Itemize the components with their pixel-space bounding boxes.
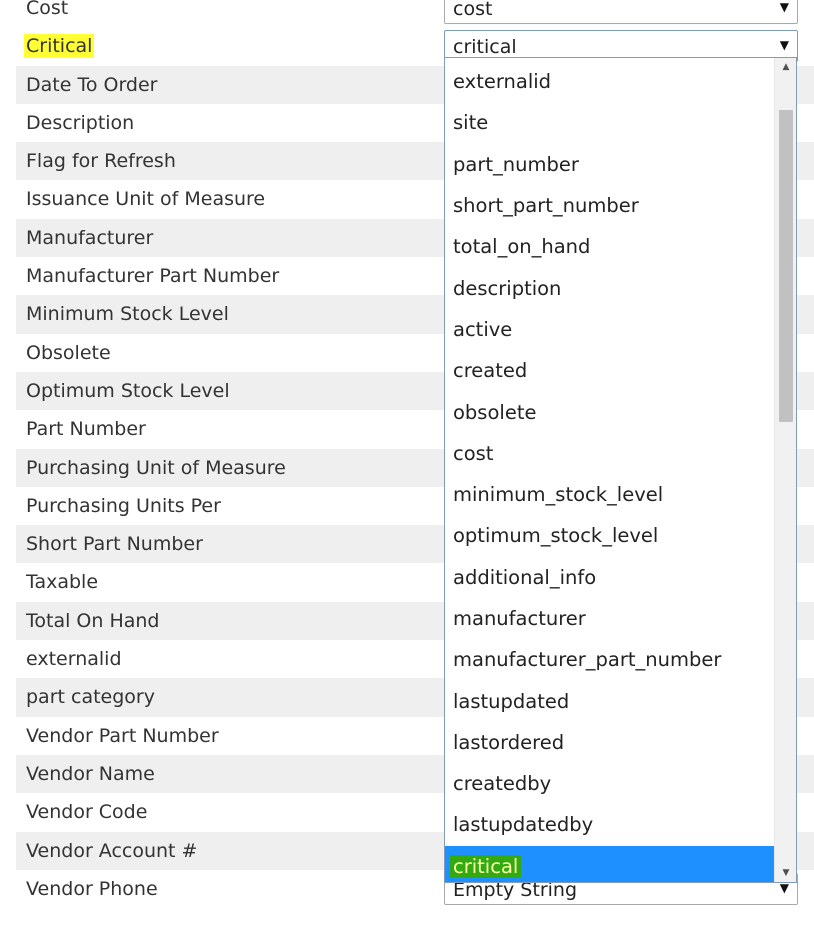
field-label: Issuance Unit of Measure — [26, 188, 266, 211]
chevron-down-icon: ▼ — [779, 38, 789, 53]
field-label: externalid — [26, 648, 122, 671]
dropdown-option[interactable]: part_number — [445, 144, 774, 185]
field-label: Optimum Stock Level — [26, 379, 230, 402]
dropdown-option[interactable]: createdby — [445, 763, 774, 804]
field-label: part category — [26, 686, 155, 709]
dropdown-option[interactable]: active — [445, 309, 774, 350]
mapping-select[interactable]: cost ▼ — [444, 0, 798, 24]
field-label: Vendor Part Number — [26, 724, 219, 747]
field-label: Purchasing Units Per — [26, 494, 221, 517]
dropdown-option[interactable]: created — [445, 350, 774, 391]
field-label: Short Part Number — [26, 533, 203, 556]
dropdown-option[interactable]: manufacturer — [445, 598, 774, 639]
field-label: Taxable — [26, 571, 99, 594]
mapping-select-value: critical — [453, 36, 517, 59]
dropdown-option[interactable]: additional_info — [445, 557, 774, 598]
scroll-down-icon[interactable]: ▼ — [775, 864, 796, 882]
dropdown-option[interactable]: short_part_number — [445, 185, 774, 226]
scroll-up-icon[interactable]: ▲ — [775, 58, 796, 76]
field-label: Flag for Refresh — [26, 150, 176, 173]
dropdown-option[interactable]: manufacturer_part_number — [445, 639, 774, 680]
field-label: Critical — [24, 34, 95, 59]
field-label: Vendor Name — [26, 762, 155, 785]
field-label: Vendor Code — [26, 801, 148, 824]
dropdown-option-active[interactable]: critical — [445, 845, 774, 882]
mapping-dropdown-list[interactable]: externalid site part_number short_part_n… — [444, 57, 797, 883]
dropdown-option[interactable]: externalid — [445, 61, 774, 102]
field-label: Obsolete — [26, 341, 111, 364]
field-label: Vendor Account # — [26, 839, 198, 862]
dropdown-option[interactable]: lastordered — [445, 722, 774, 763]
mapping-select-value: cost — [453, 0, 493, 20]
dropdown-option[interactable]: description — [445, 267, 774, 308]
field-label: Total On Hand — [26, 609, 160, 632]
dropdown-option[interactable]: optimum_stock_level — [445, 515, 774, 556]
dropdown-option[interactable]: lastupdated — [445, 680, 774, 721]
field-label: Purchasing Unit of Measure — [26, 456, 286, 479]
field-label: Part Number — [26, 418, 146, 441]
chevron-down-icon: ▼ — [779, 0, 789, 14]
scrollbar-thumb[interactable] — [779, 110, 793, 422]
dropdown-scrollbar[interactable]: ▲ ▼ — [774, 58, 796, 882]
dropdown-option[interactable]: cost — [445, 433, 774, 474]
field-row-cost: Cost cost ▼ — [16, 0, 814, 27]
field-label: Vendor Phone — [26, 877, 158, 900]
dropdown-option[interactable]: obsolete — [445, 391, 774, 432]
dropdown-option[interactable]: total_on_hand — [445, 226, 774, 267]
dropdown-options: externalid site part_number short_part_n… — [445, 61, 774, 882]
field-label: Manufacturer — [26, 226, 154, 249]
field-label: Description — [26, 111, 135, 134]
field-label: Cost — [26, 0, 69, 19]
dropdown-option[interactable]: site — [445, 102, 774, 143]
field-label: Minimum Stock Level — [26, 303, 229, 326]
dropdown-option-label: critical — [450, 854, 522, 878]
dropdown-option[interactable]: lastupdatedby — [445, 804, 774, 845]
dropdown-option[interactable]: minimum_stock_level — [445, 474, 774, 515]
field-label: Date To Order — [26, 73, 158, 96]
field-label: Manufacturer Part Number — [26, 265, 280, 288]
